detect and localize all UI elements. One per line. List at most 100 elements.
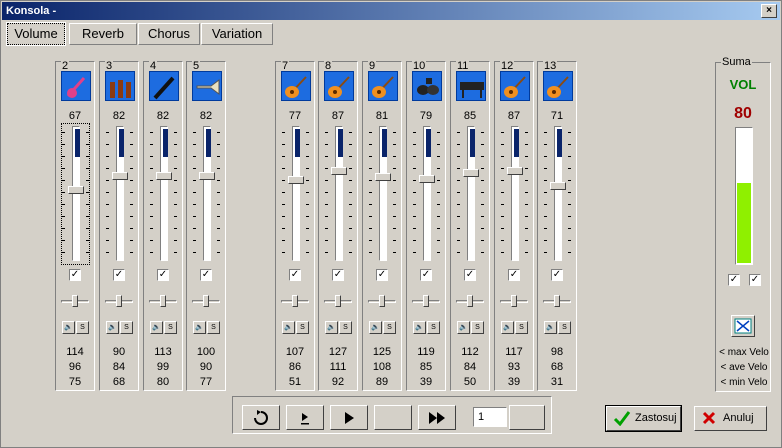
pan-thumb[interactable]: [423, 295, 429, 307]
pan-thumb[interactable]: [160, 295, 166, 307]
pan-slider[interactable]: [61, 295, 89, 307]
tab-reverb[interactable]: Reverb: [69, 23, 137, 45]
cancel-button[interactable]: Anuluj: [694, 406, 767, 431]
slider-thumb[interactable]: [463, 169, 479, 177]
trumpet-icon[interactable]: [192, 71, 222, 101]
volume-slider[interactable]: [544, 124, 571, 264]
volume-slider[interactable]: [61, 123, 90, 265]
close-icon[interactable]: ×: [761, 4, 777, 18]
pan-thumb[interactable]: [467, 295, 473, 307]
pan-slider[interactable]: [543, 295, 571, 307]
guitar-icon[interactable]: [324, 71, 354, 101]
guitar-icon[interactable]: [281, 71, 311, 101]
pan-slider[interactable]: [149, 295, 177, 307]
tab-volume[interactable]: Volume: [6, 22, 66, 46]
volume-slider[interactable]: [193, 124, 220, 264]
play-button[interactable]: [330, 405, 368, 430]
pan-slider[interactable]: [105, 295, 133, 307]
pan-thumb[interactable]: [379, 295, 385, 307]
slider-thumb[interactable]: [199, 172, 215, 180]
volume-slider[interactable]: [106, 124, 133, 264]
guitar-icon[interactable]: [543, 71, 573, 101]
clarinet-icon[interactable]: [149, 71, 179, 101]
pan-thumb[interactable]: [203, 295, 209, 307]
solo-button[interactable]: S: [296, 321, 309, 334]
drum-kit-icon[interactable]: [412, 71, 442, 101]
slider-thumb[interactable]: [550, 182, 566, 190]
channel-enable-checkbox[interactable]: ✓: [332, 269, 344, 281]
guitar-icon[interactable]: [368, 71, 398, 101]
solo-button[interactable]: S: [427, 321, 440, 334]
speaker-icon[interactable]: 🔈: [325, 321, 338, 334]
channel-enable-checkbox[interactable]: ✓: [113, 269, 125, 281]
tab-chorus[interactable]: Chorus: [138, 23, 200, 45]
blank-button-2[interactable]: [509, 405, 545, 430]
apply-button[interactable]: Zastosuj: [605, 405, 682, 432]
slider-thumb[interactable]: [331, 167, 347, 175]
speaker-icon[interactable]: 🔈: [106, 321, 119, 334]
speaker-icon[interactable]: 🔈: [150, 321, 163, 334]
pan-thumb[interactable]: [116, 295, 122, 307]
tab-variation[interactable]: Variation: [201, 23, 273, 45]
slider-thumb[interactable]: [68, 186, 84, 194]
fast-forward-button[interactable]: [418, 405, 456, 430]
pan-slider[interactable]: [500, 295, 528, 307]
solo-button[interactable]: S: [558, 321, 571, 334]
pan-thumb[interactable]: [72, 295, 78, 307]
solo-button[interactable]: S: [515, 321, 528, 334]
page-input[interactable]: [473, 407, 507, 427]
channel-enable-checkbox[interactable]: ✓: [551, 269, 563, 281]
slider-thumb[interactable]: [507, 167, 523, 175]
volume-slider[interactable]: [501, 124, 528, 264]
bass-guitar-icon[interactable]: [61, 71, 91, 101]
speaker-icon[interactable]: 🔈: [369, 321, 382, 334]
slider-thumb[interactable]: [288, 176, 304, 184]
pan-slider[interactable]: [456, 295, 484, 307]
speaker-icon[interactable]: 🔈: [457, 321, 470, 334]
volume-slider[interactable]: [325, 124, 352, 264]
speaker-icon[interactable]: 🔈: [544, 321, 557, 334]
strings-icon[interactable]: [105, 71, 135, 101]
slider-thumb[interactable]: [112, 172, 128, 180]
channel-enable-checkbox[interactable]: ✓: [289, 269, 301, 281]
channel-enable-checkbox[interactable]: ✓: [376, 269, 388, 281]
volume-slider[interactable]: [413, 124, 440, 264]
channel-enable-checkbox[interactable]: ✓: [508, 269, 520, 281]
solo-button[interactable]: S: [471, 321, 484, 334]
channel-enable-checkbox[interactable]: ✓: [157, 269, 169, 281]
speaker-icon[interactable]: 🔈: [193, 321, 206, 334]
slider-thumb[interactable]: [419, 175, 435, 183]
pan-slider[interactable]: [324, 295, 352, 307]
channel-enable-checkbox[interactable]: ✓: [464, 269, 476, 281]
volume-slider[interactable]: [282, 124, 309, 264]
pan-slider[interactable]: [412, 295, 440, 307]
solo-button[interactable]: S: [164, 321, 177, 334]
solo-button[interactable]: S: [207, 321, 220, 334]
speaker-icon[interactable]: 🔈: [501, 321, 514, 334]
keyboard-icon[interactable]: [456, 71, 486, 101]
pan-thumb[interactable]: [292, 295, 298, 307]
slider-thumb[interactable]: [156, 172, 172, 180]
solo-button[interactable]: S: [383, 321, 396, 334]
volume-slider[interactable]: [369, 124, 396, 264]
swap-button[interactable]: [731, 315, 755, 337]
blank-button[interactable]: [374, 405, 412, 430]
guitar-icon[interactable]: [500, 71, 530, 101]
solo-button[interactable]: S: [76, 321, 89, 334]
pan-thumb[interactable]: [511, 295, 517, 307]
slider-thumb[interactable]: [375, 173, 391, 181]
pan-slider[interactable]: [281, 295, 309, 307]
step-play-button[interactable]: [286, 405, 324, 430]
channel-enable-checkbox[interactable]: ✓: [420, 269, 432, 281]
suma-checkbox-2[interactable]: ✓: [749, 274, 761, 286]
volume-slider[interactable]: [150, 124, 177, 264]
speaker-icon[interactable]: 🔈: [282, 321, 295, 334]
pan-slider[interactable]: [192, 295, 220, 307]
pan-thumb[interactable]: [335, 295, 341, 307]
channel-enable-checkbox[interactable]: ✓: [69, 269, 81, 281]
volume-slider[interactable]: [457, 124, 484, 264]
speaker-icon[interactable]: 🔈: [413, 321, 426, 334]
pan-thumb[interactable]: [554, 295, 560, 307]
speaker-icon[interactable]: 🔈: [62, 321, 75, 334]
rewind-button[interactable]: [242, 405, 280, 430]
